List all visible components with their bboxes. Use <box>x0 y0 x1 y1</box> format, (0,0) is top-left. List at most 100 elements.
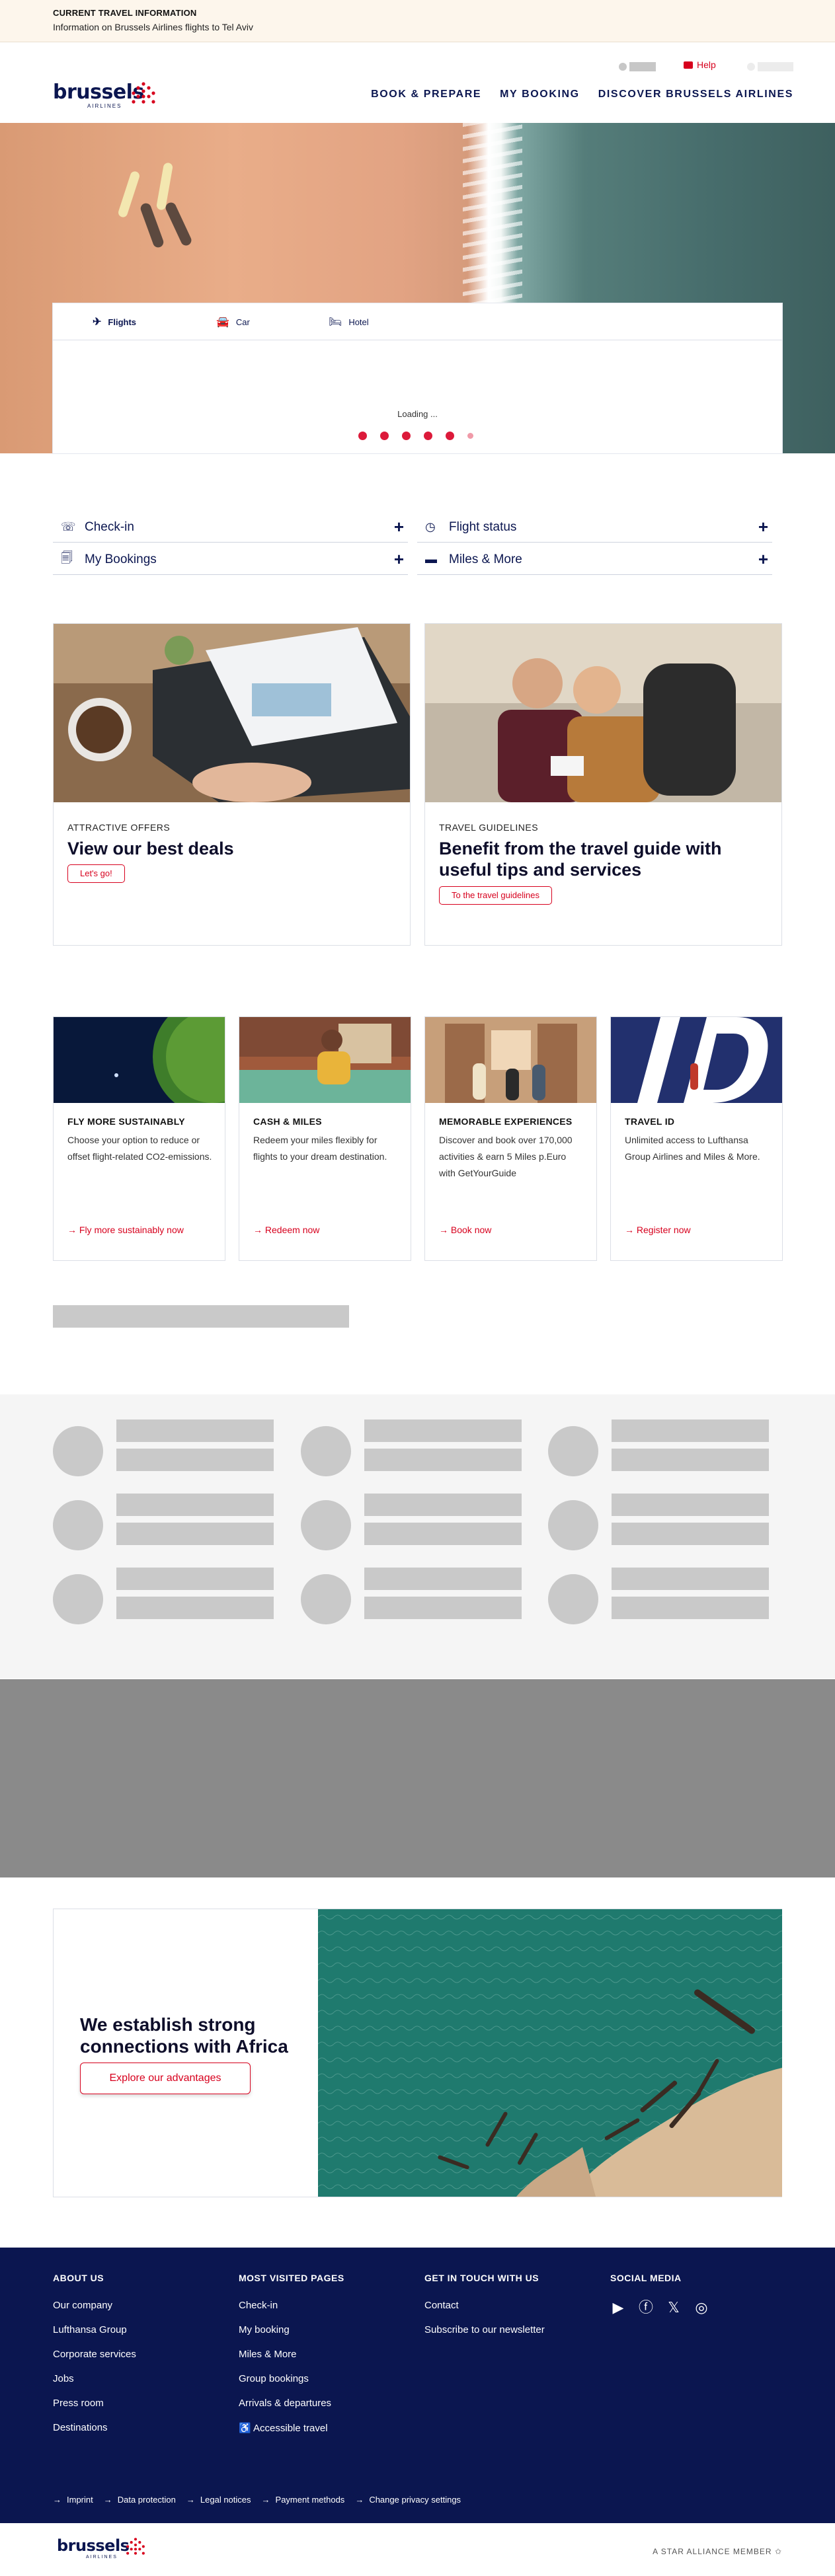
card-link-label: Register now <box>636 1225 691 1235</box>
card-title: TRAVEL ID <box>625 1116 675 1127</box>
footer-link[interactable]: My booking <box>239 2324 344 2335</box>
card-icon: ▬ <box>425 552 437 566</box>
lets-go-button[interactable]: Let's go! <box>67 864 125 883</box>
logo-dots-icon <box>126 2538 145 2555</box>
tab-hotel[interactable]: 🛏 Hotel <box>329 315 369 328</box>
instagram-icon[interactable]: ◎ <box>694 2300 709 2316</box>
legal-link[interactable]: Change privacy settings <box>355 2495 461 2505</box>
arrow-right-icon: → <box>439 1225 451 1235</box>
footer-link[interactable]: Miles & More <box>239 2349 344 2360</box>
tab-flights-label: Flights <box>108 317 137 327</box>
experiences-image <box>425 1017 596 1103</box>
language-selector-placeholder[interactable] <box>619 61 656 73</box>
login-placeholder[interactable] <box>747 61 793 73</box>
footer-heading: ABOUT US <box>53 2273 104 2283</box>
banner-title: CURRENT TRAVEL INFORMATION <box>53 8 197 18</box>
legal-link[interactable]: Payment methods <box>262 2495 345 2505</box>
card-text: Discover and book over 170,000 activitie… <box>439 1135 573 1178</box>
quicklink-my-bookings[interactable]: 🗐 My Bookings + <box>53 545 408 575</box>
nav-book-prepare[interactable]: BOOK & PREPARE <box>371 89 481 100</box>
footer-heading: SOCIAL MEDIA <box>610 2273 682 2283</box>
footer-about: ABOUT US Our company Lufthansa Group Cor… <box>53 2273 136 2446</box>
youtube-icon[interactable]: ▶ <box>610 2300 626 2316</box>
footer-link[interactable]: Check-in <box>239 2300 344 2311</box>
facebook-icon[interactable]: ⓕ <box>638 2300 654 2316</box>
accessibility-icon: ♿ <box>239 2423 254 2434</box>
site-header: brussels AIRLINES Help BOOK & PREPARE MY… <box>0 42 835 123</box>
travelers-image <box>425 624 781 802</box>
quicklink-checkin[interactable]: ☏ Check-in + <box>53 512 408 543</box>
brussels-airlines-logo[interactable]: brussels AIRLINES <box>53 81 155 109</box>
footer-logo[interactable]: brussels AIRLINES <box>57 2536 145 2559</box>
card-link[interactable]: → Fly more sustainably now <box>67 1225 184 1235</box>
card-link[interactable]: → Register now <box>625 1225 691 1235</box>
travel-guidelines-card[interactable]: TRAVEL GUIDELINES Benefit from the trave… <box>424 623 782 946</box>
bottom-bar: brussels AIRLINES A STAR ALLIANCE MEMBER… <box>0 2523 835 2576</box>
car-icon: 🚘 <box>216 317 229 328</box>
africa-heading: We establish strong connections with Afr… <box>80 2014 288 2057</box>
footer-link[interactable]: Our company <box>53 2300 136 2311</box>
site-footer: ABOUT US Our company Lufthansa Group Cor… <box>0 2248 835 2523</box>
legal-link[interactable]: Imprint <box>53 2495 93 2505</box>
africa-promo: We establish strong connections with Afr… <box>53 1909 782 2197</box>
footer-link[interactable]: Subscribe to our newsletter <box>424 2324 545 2335</box>
gray-placeholder-block <box>0 1679 835 1877</box>
deals-card[interactable]: ATTRACTIVE OFFERS View our best deals Le… <box>53 623 411 946</box>
logo-subtitle: AIRLINES <box>87 103 122 109</box>
sustainability-card[interactable]: FLY MORE SUSTAINABLY Choose your option … <box>53 1016 225 1261</box>
travel-info-banner[interactable]: CURRENT TRAVEL INFORMATION Information o… <box>0 0 835 42</box>
sustainability-image <box>54 1017 225 1103</box>
loading-text: Loading ... <box>397 409 438 419</box>
legal-link[interactable]: Data protection <box>104 2495 176 2505</box>
quicklink-flight-status[interactable]: ◷ Flight status + <box>417 512 772 543</box>
plus-icon: + <box>393 517 404 537</box>
checkin-icon: ☏ <box>61 520 76 533</box>
experiences-card[interactable]: MEMORABLE EXPERIENCES Discover and book … <box>424 1016 597 1261</box>
legal-link[interactable]: Legal notices <box>186 2495 251 2505</box>
plus-icon: + <box>393 549 404 569</box>
quicklink-label: Flight status <box>449 519 517 534</box>
card-text: Redeem your miles flexibly for flights t… <box>253 1135 387 1162</box>
card-link[interactable]: → Redeem now <box>253 1225 319 1235</box>
nav-my-booking[interactable]: MY BOOKING <box>500 89 580 100</box>
x-icon[interactable]: 𝕏 <box>666 2300 682 2316</box>
footer-link[interactable]: Corporate services <box>53 2349 136 2360</box>
travel-guidelines-button[interactable]: To the travel guidelines <box>439 886 552 905</box>
tab-car[interactable]: 🚘 Car <box>216 315 250 328</box>
card-eyebrow: TRAVEL GUIDELINES <box>439 822 539 833</box>
logo-dots-icon <box>132 82 155 104</box>
logo-wordmark: brussels <box>57 2536 130 2555</box>
quicklink-miles-more[interactable]: ▬ Miles & More + <box>417 545 772 575</box>
travel-id-card[interactable]: TRAVEL ID Unlimited access to Lufthansa … <box>610 1016 783 1261</box>
explore-advantages-button[interactable]: Explore our advantages <box>80 2063 251 2094</box>
bed-icon: 🛏 <box>329 317 342 328</box>
help-link[interactable]: Help <box>684 59 716 70</box>
cash-miles-card[interactable]: CASH & MILES Redeem your miles flexibly … <box>239 1016 411 1261</box>
footer-link[interactable]: Press room <box>53 2398 136 2409</box>
card-title: CASH & MILES <box>253 1116 322 1127</box>
nav-discover[interactable]: DISCOVER BRUSSELS AIRLINES <box>598 89 793 100</box>
skeleton-heading <box>53 1305 349 1328</box>
star-alliance-badge[interactable]: A STAR ALLIANCE MEMBER ✩ <box>653 2547 782 2556</box>
arrow-right-icon: → <box>67 1225 79 1235</box>
quicklink-label: Check-in <box>85 519 134 534</box>
star-alliance-icon: ✩ <box>774 2547 782 2556</box>
cash-miles-image <box>239 1017 411 1103</box>
card-link-label: Redeem now <box>264 1225 320 1235</box>
footer-link[interactable]: Jobs <box>53 2373 136 2384</box>
footer-link[interactable]: Destinations <box>53 2422 136 2433</box>
legal-links: Imprint Data protection Legal notices Pa… <box>53 2495 461 2505</box>
banner-text[interactable]: Information on Brussels Airlines flights… <box>53 22 253 32</box>
quicklink-label: My Bookings <box>85 552 157 566</box>
footer-link[interactable]: Lufthansa Group <box>53 2324 136 2335</box>
footer-link[interactable]: Group bookings <box>239 2373 344 2384</box>
boats-beach-image <box>318 1909 782 2197</box>
tab-flights[interactable]: ✈ Flights <box>93 315 136 328</box>
card-link-label: Fly more sustainably now <box>79 1225 184 1235</box>
card-eyebrow: ATTRACTIVE OFFERS <box>67 822 171 833</box>
footer-link-accessible[interactable]: ♿ Accessible travel <box>239 2422 344 2434</box>
card-title: FLY MORE SUSTAINABLY <box>67 1116 185 1127</box>
footer-link[interactable]: Arrivals & departures <box>239 2398 344 2409</box>
footer-link[interactable]: Contact <box>424 2300 545 2311</box>
card-link[interactable]: → Book now <box>439 1225 491 1235</box>
